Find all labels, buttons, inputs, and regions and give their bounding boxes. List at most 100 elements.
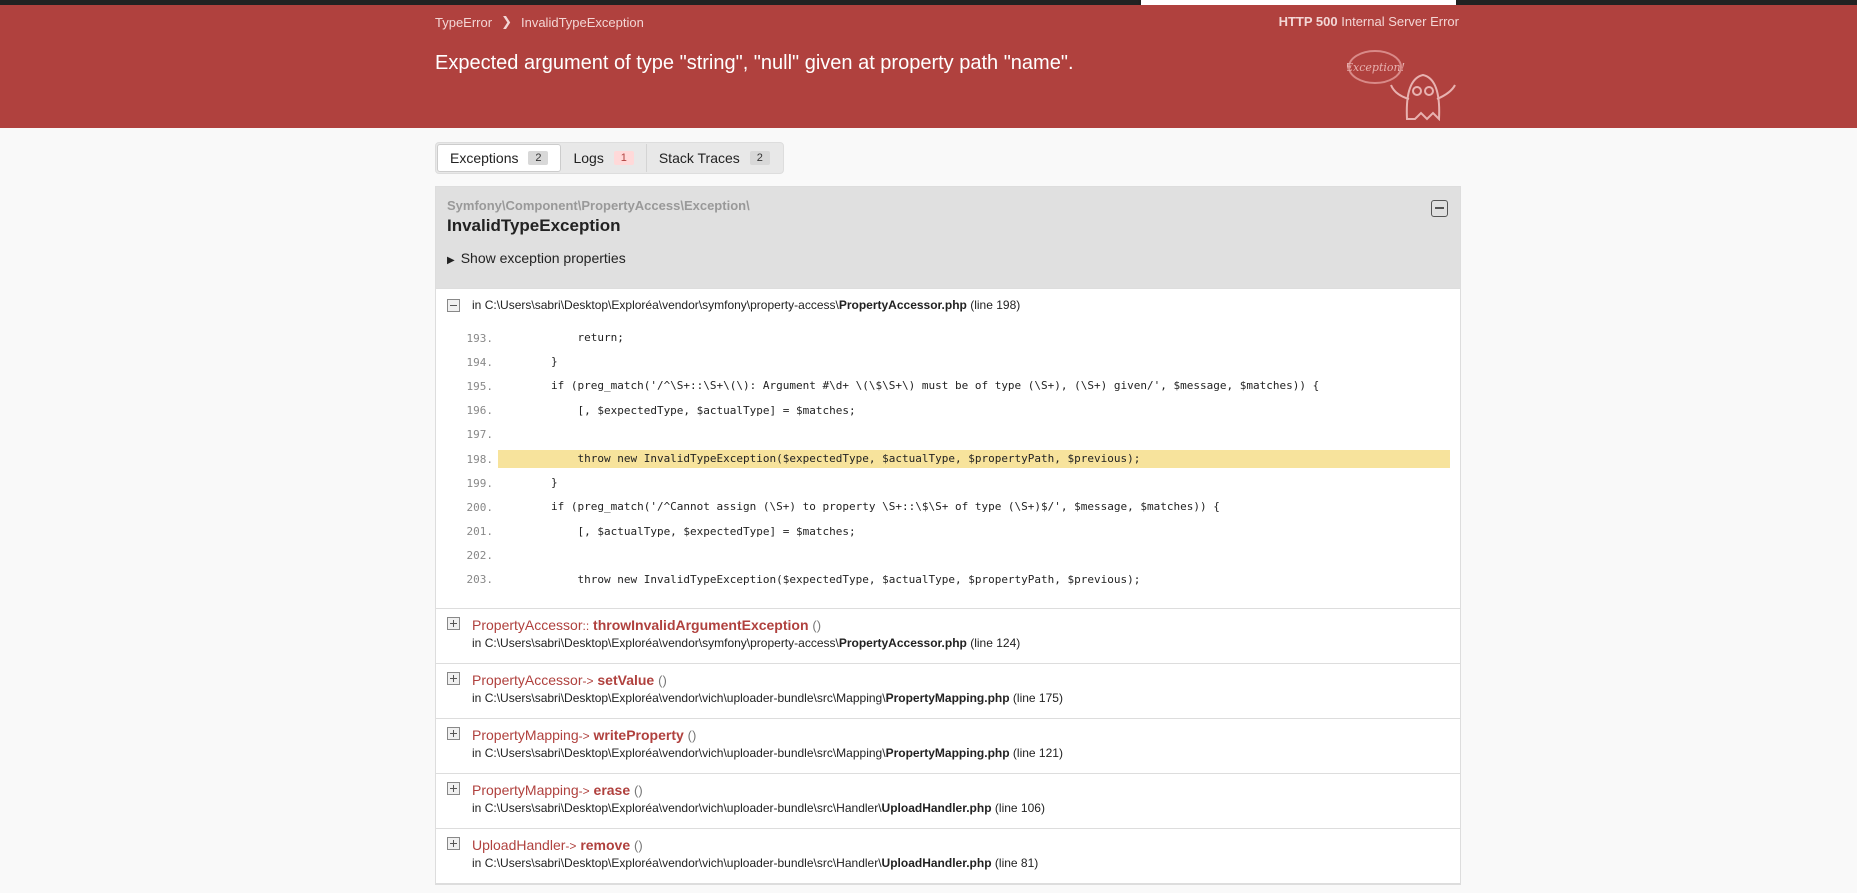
ghost-logo-icon: Exception! — [1347, 50, 1456, 121]
frame-method: remove — [580, 837, 631, 854]
frame-args: () — [658, 673, 667, 689]
tab-navigation: Exceptions 2 Logs 1 Stack Traces 2 — [435, 142, 784, 174]
breadcrumb-item-typeerror[interactable]: TypeError — [435, 15, 492, 30]
frame-call: UploadHandler-> remove () — [472, 837, 643, 853]
code-line: 201. [, $actualType, $expectedType] = $m… — [446, 520, 1450, 544]
tab-logs[interactable]: Logs 1 — [561, 144, 647, 172]
trace-frame-list: PropertyAccessor:: throwInvalidArgumentE… — [436, 609, 1460, 885]
tab-stack-traces[interactable]: Stack Traces 2 — [647, 144, 782, 172]
code-line: 200. if (preg_match('/^Cannot assign (\S… — [446, 495, 1450, 519]
trace-frame-collapsed[interactable]: UploadHandler-> remove () in C:\Users\sab… — [436, 829, 1460, 885]
exception-trace-panel: Symfony\Component\PropertyAccess\Excepti… — [435, 186, 1461, 886]
frame-call: PropertyAccessor:: throwInvalidArgumentE… — [472, 617, 821, 633]
frame-file-name: PropertyAccessor.php — [838, 636, 967, 651]
chevron-right-icon: ❯ — [501, 14, 512, 29]
code-line-source — [498, 426, 1450, 444]
frame-call-separator: -> — [578, 784, 590, 799]
code-line: 196. [, $expectedType, $actualType] = $m… — [446, 399, 1450, 423]
trace-frame-expanded: in C:\Users\sabri\Desktop\Exploréa\vendo… — [436, 289, 1460, 610]
frame-call: PropertyMapping-> erase () — [472, 782, 643, 798]
tab-exceptions-count: 2 — [528, 151, 549, 165]
code-line-number: 195. — [466, 379, 494, 393]
code-line-highlighted: 198. throw new InvalidTypeException($exp… — [446, 447, 1450, 471]
breadcrumb: TypeError ❯ InvalidTypeException — [435, 14, 644, 30]
frame-class: PropertyMapping — [472, 727, 579, 744]
frame-line-number: (line 175) — [1012, 691, 1063, 706]
frame-method: erase — [593, 782, 631, 799]
frame-in-label: in — [472, 636, 485, 651]
frame-method: setValue — [597, 672, 655, 689]
code-line-source: throw new InvalidTypeException($expected… — [498, 450, 1450, 469]
tab-logs-count: 1 — [613, 151, 634, 165]
frame-class: PropertyMapping — [472, 782, 579, 799]
expand-frame-icon[interactable] — [447, 672, 460, 686]
code-line-number: 202. — [466, 549, 494, 563]
code-excerpt: 193. return; 194. } 195. if (preg_match('/… — [436, 312, 1460, 600]
frame-args: () — [812, 618, 822, 634]
frame-line-number: (line 198) — [970, 298, 1021, 312]
frame-method: throwInvalidArgumentException — [593, 617, 809, 634]
frame-file-name: PropertyMapping.php — [885, 746, 1010, 761]
collapse-trace-button[interactable] — [1431, 200, 1448, 217]
code-line: 202. — [446, 544, 1450, 568]
exception-class: InvalidTypeException — [447, 216, 621, 235]
tab-exceptions[interactable]: Exceptions 2 — [437, 144, 562, 172]
frame-call: PropertyAccessor-> setValue () — [472, 672, 667, 688]
frame-line-number: (line 124) — [970, 636, 1021, 651]
code-line-source: [, $expectedType, $actualType] = $matche… — [498, 403, 856, 417]
exception-message: Expected argument of type "string", "nul… — [435, 52, 1074, 74]
trace-frame-collapsed[interactable]: PropertyMapping-> erase () in C:\Users\sa… — [436, 774, 1460, 830]
trace-frame-collapsed[interactable]: PropertyMapping-> writeProperty () in C:\… — [436, 719, 1460, 775]
frame-in-label: in — [472, 856, 485, 871]
code-line-source: } — [498, 355, 558, 369]
frame-args: () — [634, 783, 643, 799]
collapse-frame-icon[interactable] — [447, 299, 460, 312]
code-line: 203. throw new InvalidTypeException($exp… — [446, 568, 1450, 592]
triangle-right-icon: ▶ — [447, 255, 455, 266]
frame-args: () — [687, 728, 697, 744]
code-line: 195. if (preg_match('/^\S+::\S+\(\): Arg… — [446, 374, 1450, 398]
expand-frame-icon[interactable] — [447, 617, 460, 631]
error-header: TypeError ❯ InvalidTypeException HTTP 50… — [0, 5, 1857, 128]
frame-file-location: in C:\Users\sabri\Desktop\Exploréa\vendo… — [472, 856, 1038, 870]
trace-frame-collapsed[interactable]: PropertyAccessor-> setValue () in C:\User… — [436, 664, 1460, 720]
frame-file-name: UploadHandler.php — [881, 801, 992, 816]
code-line-number: 193. — [466, 331, 494, 345]
show-exception-properties-toggle[interactable]: ▶ Show exception properties — [447, 250, 626, 266]
frame-class: PropertyAccessor — [472, 617, 583, 634]
expand-frame-icon[interactable] — [447, 782, 460, 796]
frame-line-number: (line 121) — [1012, 746, 1063, 761]
code-line-number: 196. — [466, 404, 494, 418]
frame-line-number: (line 81) — [994, 856, 1039, 871]
frame-file-path: C:\Users\sabri\Desktop\Exploréa\vendor\v… — [484, 691, 886, 706]
frame-file-name: PropertyAccessor.php — [838, 298, 967, 312]
code-line: 199. } — [446, 471, 1450, 495]
expand-frame-icon[interactable] — [447, 727, 460, 741]
frame-call-separator: :: — [582, 619, 590, 634]
frame-file-path: C:\Users\sabri\Desktop\Exploréa\vendor\s… — [484, 298, 839, 312]
code-line-source: if (preg_match('/^\S+::\S+\(\): Argument… — [498, 379, 1320, 393]
code-line-source: throw new InvalidTypeException($expected… — [498, 572, 1141, 586]
tab-stack-traces-label: Stack Traces — [658, 150, 740, 166]
frame-call-separator: -> — [578, 729, 590, 744]
code-line: 194. } — [446, 350, 1450, 374]
frame-class: UploadHandler — [472, 837, 566, 854]
frame-in-label: in — [472, 746, 485, 761]
code-line-number: 200. — [466, 500, 494, 514]
expand-frame-icon[interactable] — [447, 837, 460, 851]
code-line-number: 199. — [466, 476, 494, 490]
frame-file-location: in C:\Users\sabri\Desktop\Exploréa\vendo… — [472, 298, 1460, 312]
code-line-source — [498, 547, 1450, 565]
http-status-code: HTTP 500 — [1278, 14, 1338, 29]
breadcrumb-item-invalidtypeexception[interactable]: InvalidTypeException — [521, 15, 644, 30]
tab-exceptions-label: Exceptions — [450, 150, 519, 166]
trace-frame-collapsed[interactable]: PropertyAccessor:: throwInvalidArgumentE… — [436, 609, 1460, 665]
code-line: 193. return; — [446, 326, 1450, 350]
code-line-number: 203. — [466, 573, 494, 587]
code-line: 197. — [446, 423, 1450, 447]
show-exception-properties-label: Show exception properties — [460, 250, 626, 266]
code-line-number: 198. — [466, 452, 494, 466]
code-line-source: [, $actualType, $expectedType] = $matche… — [498, 524, 856, 538]
frame-file-path: C:\Users\sabri\Desktop\Exploréa\vendor\s… — [484, 636, 839, 651]
exception-header: Symfony\Component\PropertyAccess\Excepti… — [436, 187, 1460, 289]
